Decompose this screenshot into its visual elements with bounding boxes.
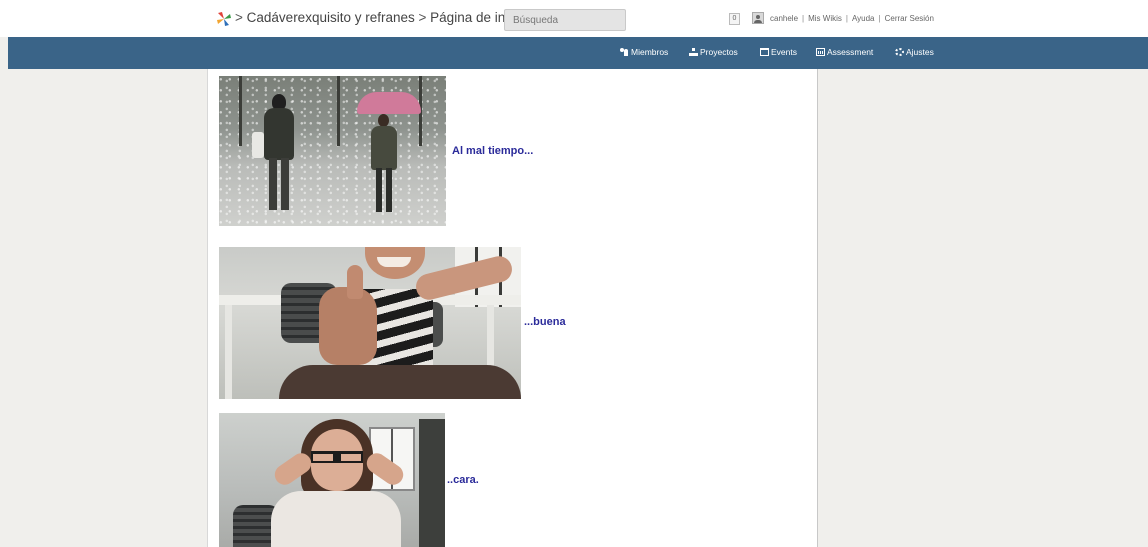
nav-item-label: Miembros (631, 47, 669, 57)
breadcrumb-separator: > (235, 10, 243, 25)
breadcrumb-separator: > (418, 10, 427, 25)
top-bar: > Cadáverexquisito y refranes > Página d… (0, 0, 1148, 37)
username-link[interactable]: canhele (770, 14, 798, 23)
nav-item-label: Proyectos (700, 47, 738, 57)
gear-icon (895, 48, 904, 56)
nav-item-label: Ajustes (906, 47, 934, 57)
nav-item-label: Events (771, 47, 797, 57)
help-link[interactable]: Ayuda (852, 14, 875, 23)
entry-caption: ...buena (524, 316, 566, 328)
bar-chart-icon (816, 48, 825, 56)
entry-caption: ..cara. (447, 474, 479, 486)
nav-item-events[interactable]: Events (760, 47, 797, 57)
main-nav-bar: Miembros Proyectos Events Assessment Aju… (8, 37, 1148, 69)
people-walking-in-snow-photo (219, 76, 446, 226)
my-wikis-link[interactable]: Mis Wikis (808, 14, 842, 23)
user-links: canhele | Mis Wikis | Ayuda | Cerrar Sesión (770, 14, 934, 23)
link-divider: | (878, 14, 881, 23)
notification-count-badge[interactable]: 0 (729, 13, 740, 25)
nav-item-label: Assessment (827, 47, 874, 57)
user-avatar-icon[interactable] (752, 12, 764, 24)
nav-item-ajustes[interactable]: Ajustes (895, 47, 934, 57)
logout-link[interactable]: Cerrar Sesión (885, 14, 934, 23)
nav-item-proyectos[interactable]: Proyectos (689, 47, 738, 57)
users-icon (620, 48, 629, 56)
search-input[interactable] (504, 9, 626, 31)
calendar-icon (760, 48, 769, 56)
smiling-girl-glasses-photo (219, 413, 445, 547)
breadcrumb-wiki-link[interactable]: Cadáverexquisito y refranes (247, 10, 415, 25)
entry-caption: Al mal tiempo... (452, 145, 534, 157)
link-divider: | (845, 14, 848, 23)
link-divider: | (802, 14, 805, 23)
nav-item-miembros[interactable]: Miembros (620, 47, 668, 57)
breadcrumb: > Cadáverexquisito y refranes > Página d… (235, 10, 526, 25)
thumbs-up-photo (219, 247, 521, 399)
sitemap-icon (689, 48, 698, 56)
wiki-logo-icon[interactable] (216, 11, 232, 27)
nav-item-assessment[interactable]: Assessment (816, 47, 873, 57)
